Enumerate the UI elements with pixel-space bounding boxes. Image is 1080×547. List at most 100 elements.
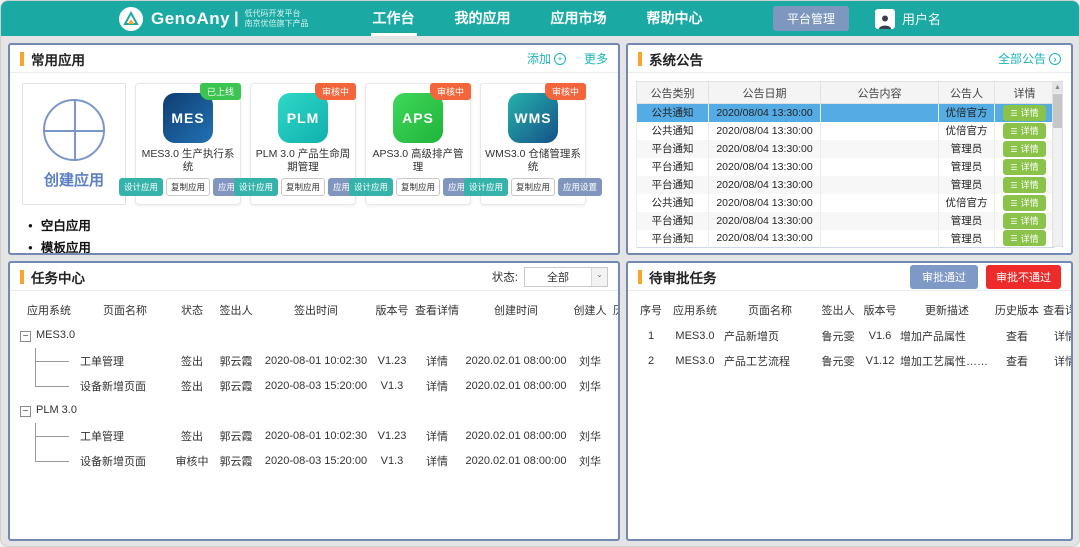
col-content[interactable]: 公告内容 [821,82,939,104]
task-row[interactable]: 设备新增页面 审核中 郭云霞 2020-08-03 15:20:00 V1.3 … [20,448,618,473]
scrollbar-thumb[interactable] [1053,94,1062,128]
history-link[interactable]: 查看 [994,348,1040,373]
detail-link[interactable]: 详情 [412,348,462,373]
detail-button[interactable]: 详情 [1003,195,1045,211]
topbar-right: 平台管理 用户名 [773,6,941,31]
nav-tab-my-apps[interactable]: 我的应用 [453,1,513,36]
announcement-row[interactable]: 平台通知 2020/08/04 13:30:00 管理员 详情 [637,212,1055,230]
detail-link[interactable]: 详情 [412,373,462,398]
col-date[interactable]: 公告日期 [709,82,821,104]
app-name: PLM 3.0 产品生命周期管理 [251,148,355,174]
scroll-up-icon[interactable] [1053,82,1062,93]
create-app-card[interactable]: 创建应用 [22,83,126,205]
accent-bar [638,52,642,66]
approval-row[interactable]: 1 MES3.0 产品新增页 鲁元雯 V1.6 增加产品属性 查看 详情 [636,323,1073,348]
detail-button[interactable]: 详情 [1003,105,1045,121]
col-category[interactable]: 公告类别 [637,82,709,104]
app-card-plm[interactable]: 审核中 PLM PLM 3.0 产品生命周期管理 设计应用 复制应用 应用设置 [250,83,356,205]
design-app-button[interactable]: 设计应用 [119,178,163,196]
announcement-row[interactable]: 平台通知 2020/08/04 13:30:00 管理员 详情 [637,140,1055,158]
logo-icon [119,7,143,31]
history-link[interactable]: 查看 [610,448,618,473]
copy-app-button[interactable]: 复制应用 [166,178,210,196]
brand-name: GenoAny [151,9,230,29]
announcement-row[interactable]: 平台通知 2020/08/04 13:30:00 管理员 详情 [637,176,1055,194]
design-app-button[interactable]: 设计应用 [464,178,508,196]
nav-tab-workbench[interactable]: 工作台 [371,1,417,36]
history-link[interactable]: 查看 [994,323,1040,348]
main-nav: 工作台 我的应用 应用市场 帮助中心 [371,1,705,36]
detail-button[interactable]: 详情 [1003,159,1045,175]
announcement-row[interactable]: 平台通知 2020/08/04 13:30:00 管理员 详情 [637,230,1055,248]
announcement-row[interactable]: 公共通知 2020/08/04 13:30:00 优倍官方 详情 [637,122,1055,140]
tree-connector [20,423,78,448]
detail-link[interactable]: 详情 [412,423,462,448]
detail-link[interactable]: 详情 [1040,323,1073,348]
app-type-list: 空白应用 模板应用 [22,215,126,255]
group-row[interactable]: MES3.0 [20,323,618,348]
detail-button[interactable]: 详情 [1003,177,1045,193]
detail-button[interactable]: 详情 [1003,123,1045,139]
app-settings-button[interactable]: 应用设置 [558,178,602,196]
all-announcements-link[interactable]: 全部公告 [998,50,1061,67]
announcements-panel: 系统公告 全部公告 公告类别 公告日期 公告内容 公告人 详 [626,43,1073,255]
tree-connector [20,348,78,373]
detail-link[interactable]: 详情 [1040,348,1073,373]
more-apps-link[interactable]: 更多 [584,50,608,67]
col-detail[interactable]: 详情 [995,82,1055,104]
task-table: 应用系统 页面名称 状态 签出人 签出时间 版本号 查看详情 创建时间 创建人 … [20,297,618,473]
task-row[interactable]: 工单管理 签出 郭云霞 2020-08-01 10:02:30 V1.23 详情… [20,423,618,448]
status-filter-select[interactable]: 全部 [524,267,608,287]
add-app-link[interactable]: 添加 [527,50,566,67]
vertical-scrollbar[interactable] [1052,81,1063,247]
blank-app-item[interactable]: 空白应用 [28,215,126,237]
app-card-mes[interactable]: 已上线 MES MES3.0 生产执行系统 设计应用 复制应用 应用设置 [135,83,241,205]
add-icon [554,53,566,65]
approval-row[interactable]: 2 MES3.0 产品工艺流程 鲁元雯 V1.12 增加工艺属性…… 查看 详情 [636,348,1073,373]
col-publisher[interactable]: 公告人 [939,82,995,104]
copy-app-button[interactable]: 复制应用 [396,178,440,196]
design-app-button[interactable]: 设计应用 [349,178,393,196]
app-window: GenoAny | 低代码开发平台 南京优倍旗下产品 工作台 我的应用 应用市场… [0,0,1080,547]
nav-tab-app-market[interactable]: 应用市场 [549,1,609,36]
history-link[interactable]: 查看 [610,423,618,448]
table-header-row: 序号 应用系统 页面名称 签出人 版本号 更新描述 历史版本 查看详情 [636,297,1073,323]
collapse-icon[interactable] [20,406,31,417]
logo[interactable]: GenoAny | 低代码开发平台 南京优倍旗下产品 [119,7,309,31]
history-link[interactable]: 查看 [610,348,618,373]
plm-app-icon: PLM [278,93,328,143]
app-card-aps[interactable]: 审核中 APS APS3.0 高级排产管理 设计应用 复制应用 应用设置 [365,83,471,205]
announcement-row[interactable]: 平台通知 2020/08/04 13:30:00 管理员 详情 [637,158,1055,176]
approve-button[interactable]: 审批通过 [910,265,978,289]
template-app-item[interactable]: 模板应用 [28,237,126,255]
apps-body: 创建应用 空白应用 模板应用 已上线 MES MES3.0 生产执行系统 设计应… [10,73,618,255]
table-header-row: 公告类别 公告日期 公告内容 公告人 详情 [637,82,1055,104]
announcement-row[interactable]: 公共通知 2020/08/04 13:30:00 优倍官方 详情 [637,104,1055,122]
accent-bar [20,52,24,66]
history-link[interactable]: 查看 [610,373,618,398]
copy-app-button[interactable]: 复制应用 [511,178,555,196]
detail-button[interactable]: 详情 [1003,230,1045,246]
detail-button[interactable]: 详情 [1003,141,1045,157]
detail-button[interactable]: 详情 [1003,213,1045,229]
announcements-body: 公告类别 公告日期 公告内容 公告人 详情 公共通知 2020/08/04 13… [628,73,1071,253]
group-row[interactable]: PLM 3.0 [20,398,618,423]
detail-link[interactable]: 详情 [412,448,462,473]
task-row[interactable]: 工单管理 签出 郭云霞 2020-08-01 10:02:30 V1.23 详情… [20,348,618,373]
collapse-icon[interactable] [20,331,31,342]
reject-button[interactable]: 审批不通过 [986,265,1061,289]
announcement-row[interactable]: 公共通知 2020/08/04 13:30:00 优倍官方 详情 [637,194,1055,212]
app-card-wms[interactable]: 审核中 WMS WMS3.0 仓储管理系统 设计应用 复制应用 应用设置 [480,83,586,205]
nav-tab-help-center[interactable]: 帮助中心 [645,1,705,36]
task-center-header: 任务中心 状态: 全部 [10,263,618,291]
user-menu[interactable]: 用户名 [875,9,941,29]
status-badge: 已上线 [200,83,241,100]
approvals-panel: 待审批任务 审批通过 审批不通过 序号 应用系统 页面名称 签出人 版本号 更新… [626,261,1073,541]
design-app-button[interactable]: 设计应用 [234,178,278,196]
task-center-body: 应用系统 页面名称 状态 签出人 签出时间 版本号 查看详情 创建时间 创建人 … [10,291,618,473]
task-center-panel: 任务中心 状态: 全部 应用系统 页面名称 [8,261,620,541]
tagline-line2: 南京优倍旗下产品 [245,19,309,29]
platform-admin-button[interactable]: 平台管理 [773,6,849,31]
copy-app-button[interactable]: 复制应用 [281,178,325,196]
task-row[interactable]: 设备新增页面 签出 郭云霞 2020-08-03 15:20:00 V1.3 详… [20,373,618,398]
